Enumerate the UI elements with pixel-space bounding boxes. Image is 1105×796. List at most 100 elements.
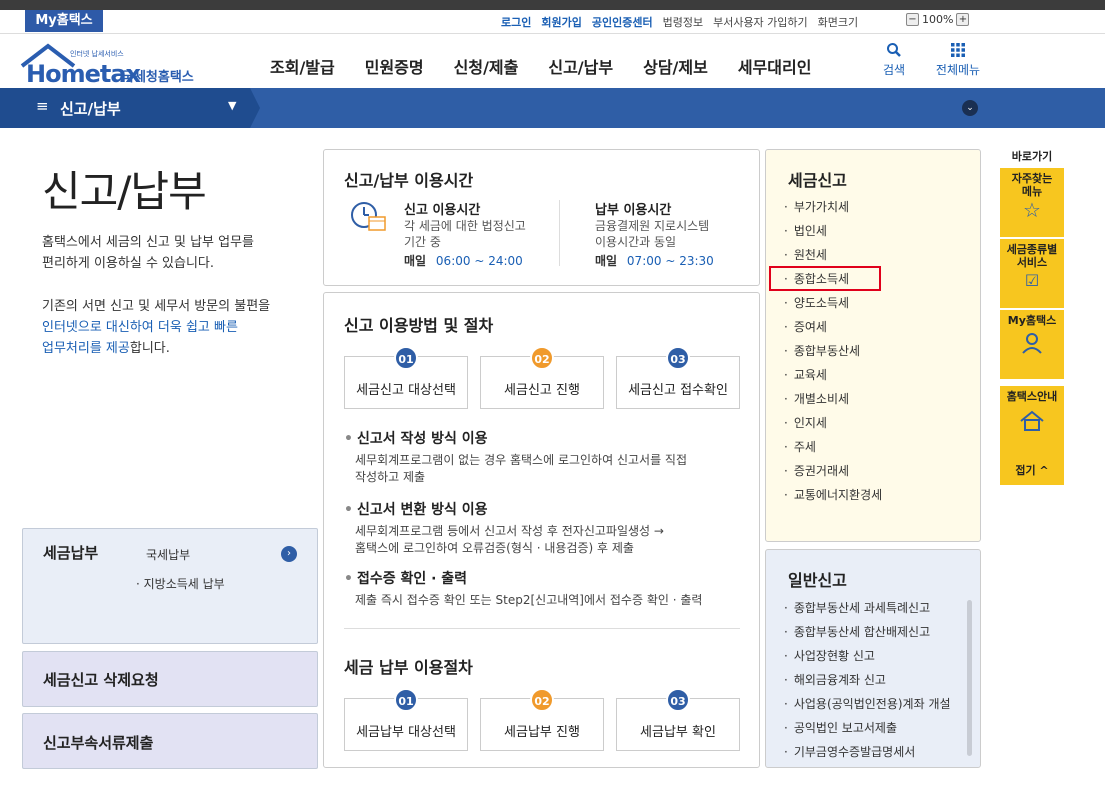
section-bar: ≡ 신고/납부 ▼ ⌄ xyxy=(0,88,1105,128)
arrow-right-circle-icon[interactable]: › xyxy=(281,546,297,562)
method-item-title: 신고서 작성 방식 이용 xyxy=(356,431,488,447)
payment-hours-time-row: 매일 07:00 ~ 23:30 xyxy=(595,252,714,269)
report-daily-label: 매일 xyxy=(404,254,427,268)
quick-item-label: 세금종류별 xyxy=(1006,243,1058,256)
step-payment-select[interactable]: 01 세금납부 대상선택 xyxy=(344,688,468,751)
my-hometax-tab[interactable]: My홈택스 xyxy=(25,10,103,32)
fold-label: 접기 ^ xyxy=(1015,464,1049,477)
list-item[interactable]: 양도소득세 xyxy=(784,291,882,315)
signup-link[interactable]: 회원가입 xyxy=(541,14,581,30)
quick-hometax-guide[interactable]: 홈택스안내 xyxy=(1000,386,1064,456)
step-number: 01 xyxy=(394,688,418,712)
report-hours-line1: 각 세금에 대한 법정신고 xyxy=(404,219,526,233)
list-item[interactable]: 종합부동산세 과세특례신고 xyxy=(784,596,951,620)
list-item[interactable]: 증여세 xyxy=(784,315,882,339)
report-time: 06:00 ~ 24:00 xyxy=(435,254,523,268)
list-item[interactable]: 기부금영수증발급명세서 xyxy=(784,740,951,764)
quick-fold-button[interactable]: 접기 ^ xyxy=(1000,454,1064,486)
quick-faq-menu[interactable]: 자주찾는 메뉴 ☆ xyxy=(1000,168,1064,238)
quick-item-label: 메뉴 xyxy=(1021,185,1043,198)
step-payment-confirm[interactable]: 03 세금납부 확인 xyxy=(616,688,740,751)
list-item[interactable]: 사업장현황 신고 xyxy=(784,644,951,668)
step-number: 01 xyxy=(394,346,418,370)
step-report-confirm[interactable]: 03 세금신고 접수확인 xyxy=(616,346,740,409)
desc-line-3: 기존의 서면 신고 및 세무서 방문의 불편을 xyxy=(42,299,271,314)
zoom-out-button[interactable]: − xyxy=(906,13,919,26)
page-description: 홈택스에서 세금의 신고 및 납부 업무를 편리하게 이용하실 수 있습니다. xyxy=(42,232,312,274)
attachment-submit-box[interactable]: 신고부속서류제출 xyxy=(22,713,318,769)
list-item[interactable]: 부가가치세 xyxy=(784,195,882,219)
breadcrumb[interactable]: ≡ 신고/납부 ▼ xyxy=(0,88,250,128)
panel-scrollbar[interactable] xyxy=(967,600,972,756)
chevron-down-icon[interactable]: ⌄ xyxy=(962,100,978,116)
hometax-logo[interactable]: 인터넷 납세서비스 Hometax 국세청홈택스 xyxy=(20,42,210,88)
step-report-progress[interactable]: 02 세금신고 진행 xyxy=(480,346,604,409)
quick-my-hometax[interactable]: My홈택스 xyxy=(1000,310,1064,380)
list-item[interactable]: 법인세 xyxy=(784,219,882,243)
gnb-apply-submit[interactable]: 신청/제출 xyxy=(439,54,534,78)
breadcrumb-arrow xyxy=(250,88,260,128)
global-nav: 조회/발급 민원증명 신청/제출 신고/납부 상담/제보 세무대리인 xyxy=(255,54,826,78)
national-tax-payment-link[interactable]: 국세납부 xyxy=(146,546,190,563)
quick-tax-service[interactable]: 세금종류별 서비스 ☑ xyxy=(1000,239,1064,309)
desc-line-4: 인터넷으로 대신하여 더욱 쉽고 빠른 xyxy=(42,320,238,335)
step-report-select[interactable]: 01 세금신고 대상선택 xyxy=(344,346,468,409)
gnb-consult-tip[interactable]: 상담/제보 xyxy=(628,54,723,78)
all-menu-label: 전체메뉴 xyxy=(935,63,981,77)
person-icon xyxy=(1022,333,1042,354)
desc-line-1: 홈택스에서 세금의 신고 및 납부 업무를 xyxy=(42,235,255,250)
list-item[interactable]: 주세 xyxy=(784,435,882,459)
checkbox-icon: ☑ xyxy=(1024,271,1040,290)
method-item-title: 신고서 변환 방식 이용 xyxy=(356,502,488,518)
login-link[interactable]: 로그인 xyxy=(501,14,531,30)
desc-line-5a: 업무처리를 제공 xyxy=(42,341,130,356)
report-hours-title: 신고 이용시간 xyxy=(404,203,481,218)
law-info-link[interactable]: 법령정보 xyxy=(663,14,703,30)
payment-hours-line1: 금융결제원 지로시스템 xyxy=(595,219,710,233)
hamburger-icon: ≡ xyxy=(36,97,49,115)
method-item-desc: 세무회계프로그램 등에서 신고서 작성 후 전자신고파일생성 → xyxy=(355,524,664,538)
step-label: 세금납부 확인 xyxy=(640,725,716,740)
quick-item-label: My홈택스 xyxy=(1007,314,1057,327)
grid-menu-icon xyxy=(951,43,965,57)
logo-tagline: 인터넷 납세서비스 xyxy=(70,50,124,58)
zoom-in-button[interactable]: + xyxy=(956,13,970,26)
step-number: 02 xyxy=(530,346,554,370)
list-item[interactable]: 종합부동산세 합산배제신고 xyxy=(784,620,951,644)
list-item[interactable]: 원천세 xyxy=(784,243,882,267)
list-item[interactable]: 인지세 xyxy=(784,411,882,435)
search-icon xyxy=(887,43,901,57)
list-item[interactable]: 종합부동산세 xyxy=(784,339,882,363)
list-item[interactable]: 교통에너지환경세 xyxy=(784,483,882,507)
dept-user-signup-link[interactable]: 부서사용자 가입하기 xyxy=(713,14,808,30)
method-item-desc: 세무회계프로그램이 없는 경우 홈택스에 로그인하여 신고서를 직접 xyxy=(355,453,688,467)
page-title: 신고/납부 xyxy=(42,167,207,216)
list-item[interactable]: 사업용(공익법인전용)계좌 개설 xyxy=(784,692,951,716)
list-item[interactable]: 교육세 xyxy=(784,363,882,387)
list-item[interactable]: 증권거래세 xyxy=(784,459,882,483)
list-item[interactable]: 해외금융계좌 신고 xyxy=(784,668,951,692)
method-item-desc: 작성하고 제출 xyxy=(355,470,426,484)
step-label: 세금납부 대상선택 xyxy=(356,725,456,740)
method-item: • 신고서 변환 방식 이용 세무회계프로그램 등에서 신고서 작성 후 전자신고… xyxy=(344,499,744,557)
gnb-report-pay[interactable]: 신고/납부 xyxy=(533,54,628,78)
all-menu-button[interactable]: 전체메뉴 xyxy=(928,42,988,78)
utility-links: 로그인 회원가입 공인인증센터 법령정보 부서사용자 가입하기 화면크기 xyxy=(501,14,858,30)
cert-center-link[interactable]: 공인인증센터 xyxy=(592,14,653,30)
payment-hours-line2: 이용시간과 동일 xyxy=(595,235,677,249)
zoom-level: 100% xyxy=(922,13,954,26)
method-title: 신고 이용방법 및 절차 xyxy=(344,316,494,335)
delete-request-box[interactable]: 세금신고 삭제요청 xyxy=(22,651,318,707)
utility-bar: My홈택스 로그인 회원가입 공인인증센터 법령정보 부서사용자 가입하기 화면… xyxy=(0,10,1105,34)
gnb-inquiry-issue[interactable]: 조회/발급 xyxy=(255,54,350,78)
attachment-submit-title: 신고부속서류제출 xyxy=(43,734,154,752)
quick-item-label: 자주찾는 xyxy=(1011,172,1053,185)
home-icon xyxy=(1020,410,1044,431)
search-button[interactable]: 검색 xyxy=(874,42,914,78)
gnb-tax-agent[interactable]: 세무대리인 xyxy=(723,54,827,78)
list-item[interactable]: 개별소비세 xyxy=(784,387,882,411)
list-item[interactable]: 공익법인 보고서제출 xyxy=(784,716,951,740)
step-payment-progress[interactable]: 02 세금납부 진행 xyxy=(480,688,604,751)
gnb-civil-cert[interactable]: 민원증명 xyxy=(350,54,439,78)
local-income-tax-payment-link[interactable]: · 지방소득세 납부 xyxy=(136,575,225,592)
